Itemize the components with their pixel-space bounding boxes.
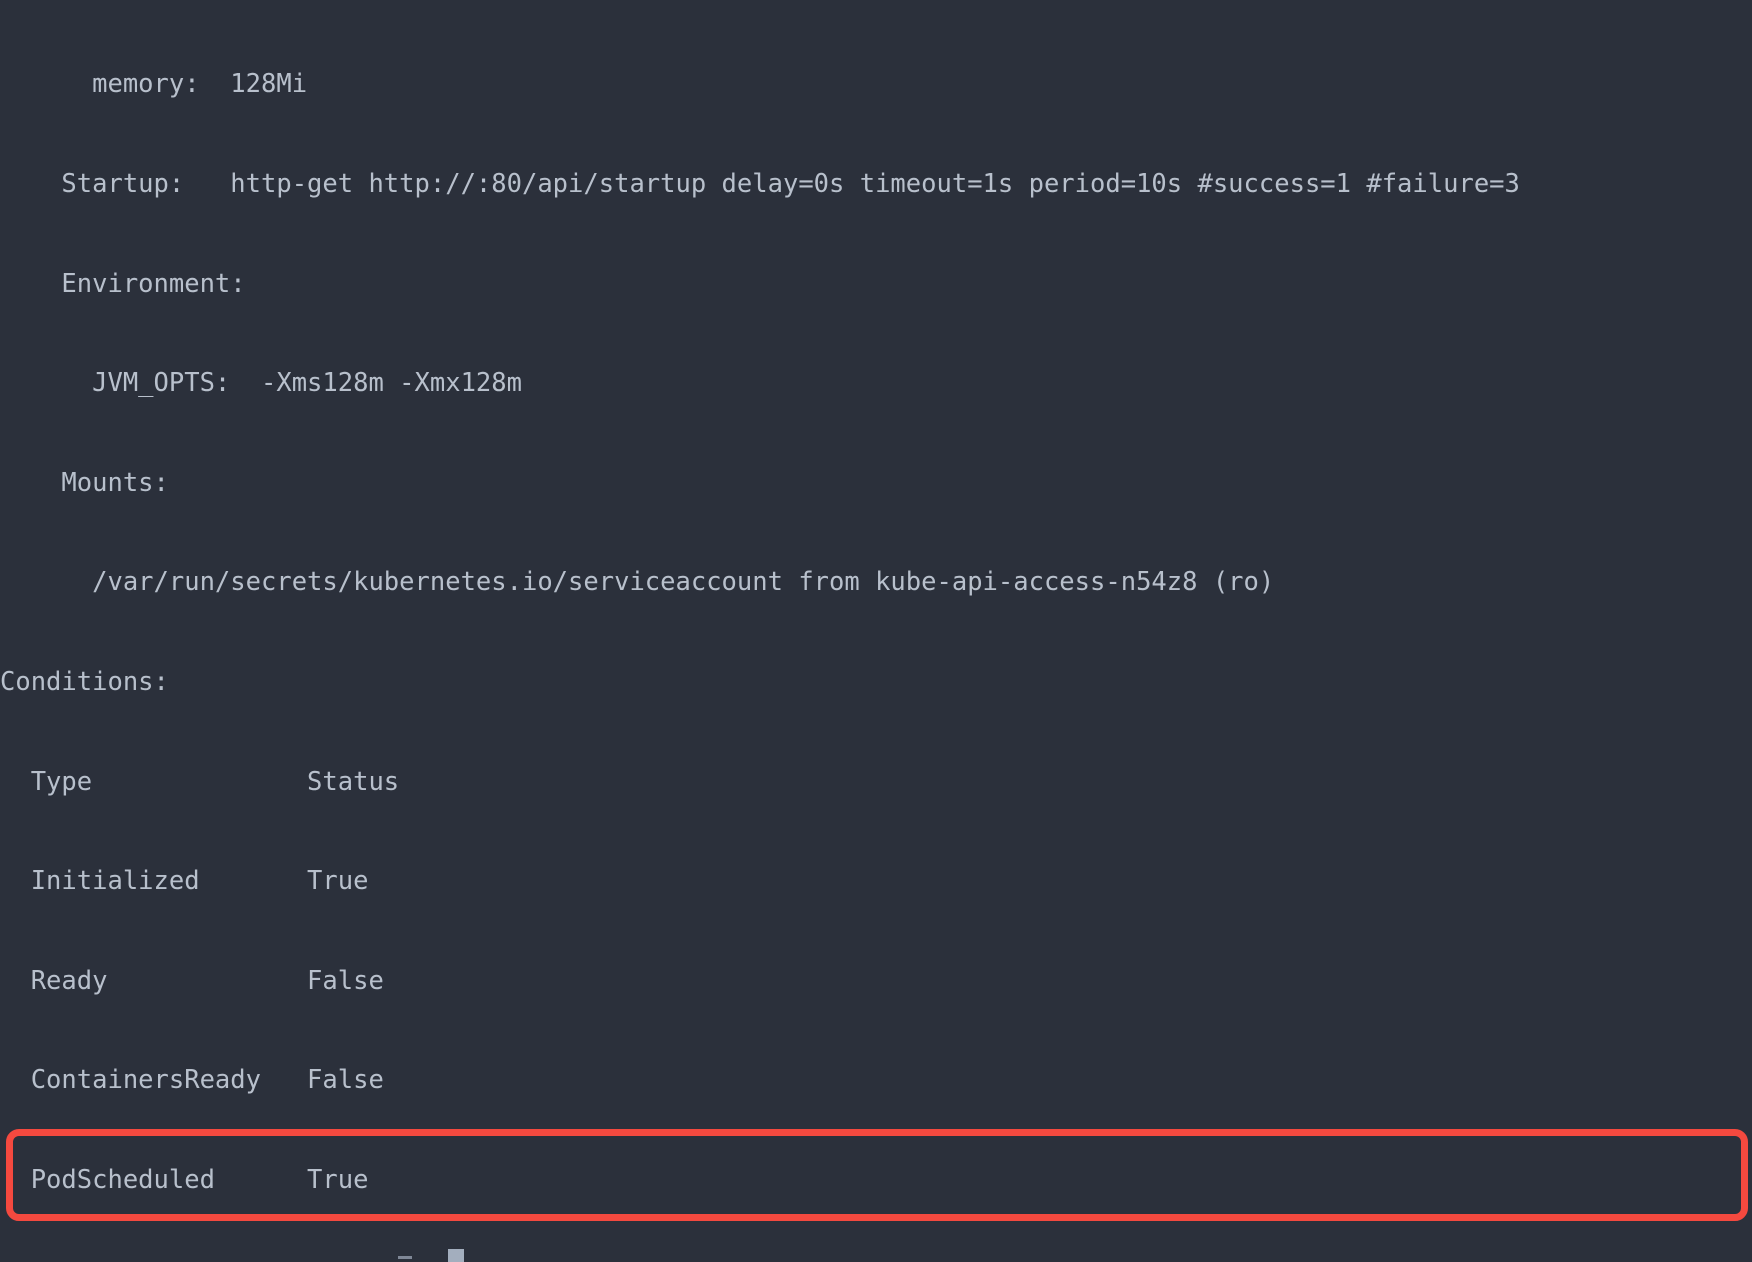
terminal-line: PodScheduled True	[0, 1164, 369, 1195]
terminal-window[interactable]: memory: 128Mi Startup: http-get http://:…	[0, 0, 1752, 1262]
terminal-line: Mounts:	[0, 467, 169, 498]
terminal-line: Ready False	[0, 965, 384, 996]
terminal-line: Initialized True	[0, 866, 369, 897]
terminal-line: Type Status	[0, 766, 400, 797]
terminal-line: ContainersReady False	[0, 1065, 384, 1096]
terminal-line: Conditions:	[0, 666, 169, 697]
terminal-line: /var/run/secrets/kubernetes.io/serviceac…	[0, 567, 1275, 598]
terminal-output: memory: 128Mi Startup: http-get http://:…	[0, 0, 1752, 1262]
terminal-line: Environment:	[0, 268, 246, 299]
text-cursor	[448, 1249, 464, 1262]
terminal-line: Startup: http-get http://:80/api/startup…	[0, 169, 1520, 199]
cursor-underline	[398, 1256, 412, 1259]
terminal-line: memory: 128Mi	[0, 69, 308, 100]
terminal-line: JVM_OPTS: -Xms128m -Xmx128m	[0, 368, 522, 399]
